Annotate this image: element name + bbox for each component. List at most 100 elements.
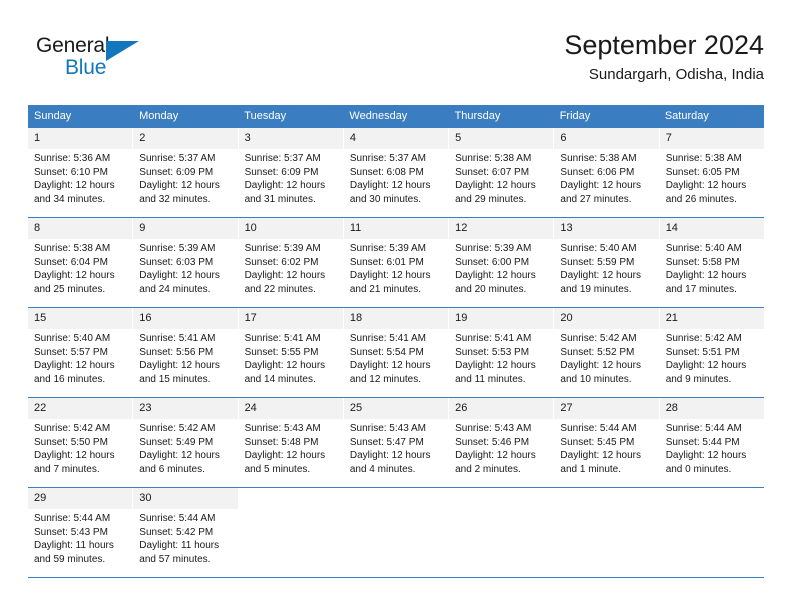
- day-cell[interactable]: 19 Sunrise: 5:41 AM Sunset: 5:53 PM Dayligh…: [449, 308, 555, 397]
- day-info: Sunrise: 5:40 AM Sunset: 5:57 PM Daylight:…: [28, 329, 132, 392]
- day-cell[interactable]: 8 Sunrise: 5:38 AM Sunset: 6:04 PM Daylight…: [28, 218, 134, 307]
- day-cell[interactable]: 5 Sunrise: 5:38 AM Sunset: 6:07 PM Daylight…: [449, 128, 555, 217]
- weekday-header-thursday: Thursday: [454, 110, 501, 122]
- day-info: Sunrise: 5:42 AM Sunset: 5:51 PM Daylight:…: [660, 329, 764, 392]
- day-cell[interactable]: 20 Sunrise: 5:42 AM Sunset: 5:52 PM Dayligh…: [554, 308, 660, 397]
- sunrise-text: Sunrise: 5:43 AM: [244, 423, 321, 434]
- day-info: Sunrise: 5:40 AM Sunset: 5:58 PM Daylight:…: [660, 239, 764, 302]
- sunset-text: Sunset: 5:58 PM: [665, 256, 740, 268]
- day-number: 5: [449, 128, 554, 149]
- daylight-text-line1: Daylight: 12 hours: [455, 450, 536, 462]
- sunset-text: Sunset: 6:00 PM: [455, 256, 530, 268]
- daylight-text-line2: and 59 minutes.: [34, 553, 106, 565]
- day-info: Sunrise: 5:41 AM Sunset: 5:55 PM Daylight:…: [239, 329, 343, 392]
- day-cell[interactable]: 10 Sunrise: 5:39 AM Sunset: 6:02 PM Dayligh…: [238, 218, 344, 307]
- daylight-text-line1: Daylight: 12 hours: [455, 360, 536, 372]
- daylight-text-line2: and 26 minutes.: [665, 193, 737, 205]
- day-info: Sunrise: 5:42 AM Sunset: 5:50 PM Daylight:…: [28, 419, 132, 482]
- sunrise-text: Sunrise: 5:44 AM: [139, 513, 216, 524]
- day-info: Sunrise: 5:37 AM Sunset: 6:09 PM Daylight:…: [133, 149, 237, 212]
- daylight-text-line1: Daylight: 12 hours: [560, 270, 642, 282]
- day-cell[interactable]: 7 Sunrise: 5:38 AM Sunset: 6:05 PM Daylight…: [659, 128, 764, 217]
- day-cell[interactable]: 4 Sunrise: 5:37 AM Sunset: 6:08 PM Daylight…: [343, 128, 450, 217]
- day-cell[interactable]: 23 Sunrise: 5:42 AM Sunset: 5:49 PM Dayligh…: [133, 398, 239, 487]
- day-cell[interactable]: 9 Sunrise: 5:39 AM Sunset: 6:03 PM Daylight…: [133, 218, 239, 307]
- general-blue-logo[interactable]: General Blue: [36, 34, 166, 88]
- daylight-text-line1: Daylight: 12 hours: [244, 450, 326, 462]
- day-cell[interactable]: 3 Sunrise: 5:37 AM Sunset: 6:09 PM Daylight…: [238, 128, 344, 217]
- daylight-text-line1: Daylight: 12 hours: [349, 180, 431, 192]
- sunset-text: Sunset: 5:42 PM: [139, 526, 214, 538]
- daylight-text-line1: Daylight: 12 hours: [560, 360, 642, 372]
- day-info: Sunrise: 5:38 AM Sunset: 6:04 PM Daylight:…: [28, 239, 132, 302]
- day-number: 28: [659, 398, 764, 419]
- day-cell[interactable]: 24 Sunrise: 5:43 AM Sunset: 5:48 PM Dayligh…: [238, 398, 344, 487]
- day-cell-empty: [238, 488, 344, 577]
- day-cell[interactable]: 21 Sunrise: 5:42 AM Sunset: 5:51 PM Dayligh…: [659, 308, 764, 397]
- day-cell[interactable]: 25 Sunrise: 5:43 AM Sunset: 5:47 PM Dayligh…: [343, 398, 450, 487]
- weekday-header-tuesday: Tuesday: [244, 110, 287, 122]
- day-cell[interactable]: 2 Sunrise: 5:37 AM Sunset: 6:09 PM Daylight…: [133, 128, 239, 217]
- day-cell[interactable]: 12 Sunrise: 5:39 AM Sunset: 6:00 PM Dayligh…: [449, 218, 555, 307]
- title-block: September 2024 Sundargarh, Odisha, India: [564, 28, 764, 86]
- day-cell[interactable]: 14 Sunrise: 5:40 AM Sunset: 5:58 PM Dayligh…: [659, 218, 764, 307]
- day-number: 20: [554, 308, 659, 329]
- daylight-text-line2: and 4 minutes.: [349, 463, 416, 475]
- day-cell[interactable]: 28 Sunrise: 5:44 AM Sunset: 5:44 PM Dayligh…: [659, 398, 764, 487]
- day-cell[interactable]: 18 Sunrise: 5:41 AM Sunset: 5:54 PM Dayligh…: [343, 308, 450, 397]
- day-info: Sunrise: 5:43 AM Sunset: 5:47 PM Daylight:…: [344, 419, 448, 482]
- sunset-text: Sunset: 5:59 PM: [560, 256, 635, 268]
- day-number: 15: [28, 308, 133, 329]
- sunrise-text: Sunrise: 5:39 AM: [455, 243, 532, 254]
- sunset-text: Sunset: 5:50 PM: [34, 436, 108, 448]
- day-cell[interactable]: 26 Sunrise: 5:43 AM Sunset: 5:46 PM Dayligh…: [449, 398, 555, 487]
- day-number: 18: [343, 308, 449, 329]
- day-cell-empty: [554, 488, 660, 577]
- sunrise-text: Sunrise: 5:39 AM: [244, 243, 321, 254]
- weeks-container: 1 Sunrise: 5:36 AM Sunset: 6:10 PM Daylight…: [28, 128, 764, 577]
- day-number: 10: [238, 218, 343, 239]
- day-cell[interactable]: 6 Sunrise: 5:38 AM Sunset: 6:06 PM Daylight…: [554, 128, 660, 217]
- sunset-text: Sunset: 5:56 PM: [139, 346, 214, 358]
- sunrise-text: Sunrise: 5:44 AM: [560, 423, 637, 434]
- day-number: 3: [238, 128, 343, 149]
- sunset-text: Sunset: 6:03 PM: [139, 256, 214, 268]
- day-cell[interactable]: 29 Sunrise: 5:44 AM Sunset: 5:43 PM Dayligh…: [28, 488, 134, 577]
- day-number: 1: [28, 128, 133, 149]
- daylight-text-line1: Daylight: 12 hours: [560, 180, 642, 192]
- day-cell[interactable]: 11 Sunrise: 5:39 AM Sunset: 6:01 PM Dayligh…: [343, 218, 450, 307]
- day-cell[interactable]: 15 Sunrise: 5:40 AM Sunset: 5:57 PM Dayligh…: [28, 308, 134, 397]
- daylight-text-line2: and 20 minutes.: [455, 283, 527, 295]
- daylight-text-line2: and 14 minutes.: [244, 373, 316, 385]
- sunrise-text: Sunrise: 5:43 AM: [349, 423, 426, 434]
- sunrise-text: Sunrise: 5:36 AM: [34, 153, 111, 164]
- day-number: 24: [238, 398, 343, 419]
- day-cell[interactable]: 22 Sunrise: 5:42 AM Sunset: 5:50 PM Dayligh…: [28, 398, 134, 487]
- day-info: Sunrise: 5:44 AM Sunset: 5:44 PM Daylight:…: [660, 419, 764, 482]
- sunset-text: Sunset: 6:09 PM: [139, 166, 214, 178]
- daylight-text-line2: and 7 minutes.: [34, 463, 100, 475]
- weekday-header-monday: Monday: [139, 110, 179, 122]
- day-cell[interactable]: 17 Sunrise: 5:41 AM Sunset: 5:55 PM Dayligh…: [238, 308, 344, 397]
- day-cell[interactable]: 30 Sunrise: 5:44 AM Sunset: 5:42 PM Dayligh…: [133, 488, 239, 577]
- sunset-text: Sunset: 5:52 PM: [560, 346, 635, 358]
- day-cell[interactable]: 27 Sunrise: 5:44 AM Sunset: 5:45 PM Dayligh…: [554, 398, 660, 487]
- day-number: 13: [554, 218, 659, 239]
- sunset-text: Sunset: 5:57 PM: [34, 346, 108, 358]
- sunset-text: Sunset: 6:01 PM: [349, 256, 424, 268]
- page-subtitle-location: Sundargarh, Odisha, India: [588, 66, 764, 83]
- week-row: 15 Sunrise: 5:40 AM Sunset: 5:57 PM Dayligh…: [28, 307, 764, 397]
- day-info: Sunrise: 5:43 AM Sunset: 5:48 PM Daylight:…: [239, 419, 343, 482]
- daylight-text-line1: Daylight: 12 hours: [139, 180, 220, 192]
- day-cell[interactable]: 16 Sunrise: 5:41 AM Sunset: 5:56 PM Dayligh…: [133, 308, 239, 397]
- day-cell[interactable]: 13 Sunrise: 5:40 AM Sunset: 5:59 PM Dayligh…: [554, 218, 660, 307]
- day-number: 30: [133, 488, 238, 509]
- sunset-text: Sunset: 5:49 PM: [139, 436, 214, 448]
- day-cell[interactable]: 1 Sunrise: 5:36 AM Sunset: 6:10 PM Daylight…: [28, 128, 134, 217]
- day-number: 11: [343, 218, 449, 239]
- day-info: Sunrise: 5:44 AM Sunset: 5:45 PM Daylight:…: [554, 419, 658, 482]
- day-info: Sunrise: 5:44 AM Sunset: 5:43 PM Daylight:…: [28, 509, 132, 572]
- week-row: 22 Sunrise: 5:42 AM Sunset: 5:50 PM Dayligh…: [28, 397, 764, 487]
- day-number: 2: [133, 128, 238, 149]
- day-info: Sunrise: 5:44 AM Sunset: 5:42 PM Daylight:…: [133, 509, 237, 572]
